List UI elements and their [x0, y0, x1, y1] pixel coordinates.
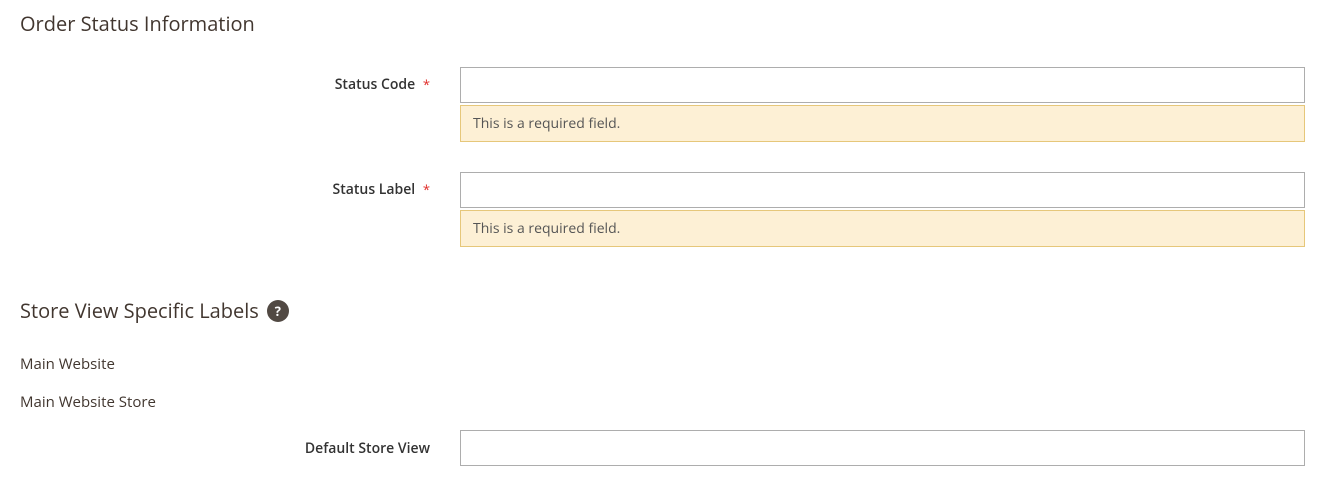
status-label-label-col: Status Label * [20, 172, 460, 199]
status-code-error: This is a required field. [460, 105, 1305, 142]
store-label: Main Website Store [20, 392, 1315, 412]
store-view-labels-heading: Store View Specific Labels ? [20, 297, 1315, 324]
default-store-view-label: Default Store View [305, 439, 430, 458]
status-label-input-col: This is a required field. [460, 172, 1305, 247]
required-asterisk-icon: * [423, 180, 430, 198]
status-label-row: Status Label * This is a required field. [20, 172, 1315, 247]
store-tree: Main Website Main Website Store Default … [20, 354, 1315, 466]
status-code-label: Status Code [335, 75, 415, 94]
help-icon[interactable]: ? [267, 300, 289, 322]
website-label: Main Website [20, 354, 1315, 374]
status-code-input-col: This is a required field. [460, 67, 1305, 142]
status-code-row: Status Code * This is a required field. [20, 67, 1315, 142]
status-label-label: Status Label [333, 180, 416, 199]
status-code-input[interactable] [460, 67, 1305, 103]
order-status-info-heading: Order Status Information [20, 10, 1315, 37]
required-asterisk-icon: * [423, 75, 430, 93]
default-store-view-row: Default Store View [20, 430, 1315, 466]
default-store-view-input[interactable] [460, 430, 1305, 466]
default-store-view-input-col [460, 430, 1305, 466]
status-code-label-col: Status Code * [20, 67, 460, 94]
default-store-view-label-col: Default Store View [20, 439, 460, 458]
status-label-error: This is a required field. [460, 210, 1305, 247]
status-label-input[interactable] [460, 172, 1305, 208]
